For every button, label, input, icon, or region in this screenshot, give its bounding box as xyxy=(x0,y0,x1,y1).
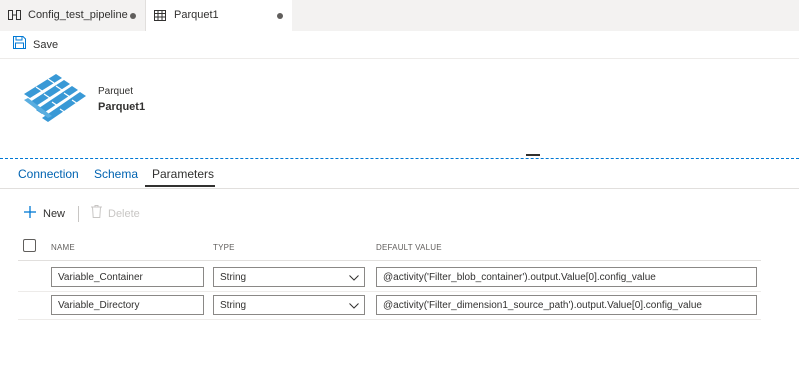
delete-parameter-button[interactable]: Delete xyxy=(91,205,140,223)
delete-label: Delete xyxy=(108,208,140,220)
trash-icon xyxy=(91,205,102,223)
tab-label: Parquet1 xyxy=(174,9,219,21)
save-label: Save xyxy=(33,39,59,51)
parameter-default-value-input[interactable]: @activity('Filter_dimension1_source_path… xyxy=(376,295,757,315)
parameter-type-select[interactable]: String xyxy=(213,295,365,315)
parameter-name-input[interactable]: Variable_Container xyxy=(51,267,204,287)
column-header-name[interactable]: NAME xyxy=(51,243,75,252)
column-header-type[interactable]: TYPE xyxy=(213,243,235,252)
command-divider xyxy=(78,206,79,222)
tab-schema[interactable]: Schema xyxy=(94,167,138,181)
parameters-table-header: NAME TYPE DEFAULT VALUE xyxy=(18,236,761,261)
splitter-grip-icon[interactable] xyxy=(526,154,540,156)
parameter-type-select[interactable]: String xyxy=(213,267,365,287)
table-row: Variable_Container String @activity('Fil… xyxy=(18,263,761,292)
dataset-type-label: Parquet xyxy=(98,86,134,97)
unsaved-dot-icon[interactable] xyxy=(277,13,283,19)
chevron-down-icon xyxy=(349,301,359,312)
plus-icon xyxy=(24,205,36,223)
toolbar: Save xyxy=(0,32,799,59)
tab-parquet1[interactable]: Parquet1 xyxy=(146,0,292,32)
unsaved-dot-icon[interactable] xyxy=(130,13,136,19)
parameters-command-bar: New Delete xyxy=(0,203,799,225)
panel-splitter[interactable] xyxy=(0,158,799,159)
column-header-default-value[interactable]: DEFAULT VALUE xyxy=(376,243,442,252)
property-tabs: Connection Schema Parameters xyxy=(0,160,799,189)
active-tab-indicator xyxy=(145,185,215,187)
table-row: Variable_Directory String @activity('Fil… xyxy=(18,291,761,320)
editor-tab-bar: Config_test_pipeline Parquet1 xyxy=(0,0,799,32)
chevron-down-icon xyxy=(349,273,359,284)
tab-config-test-pipeline[interactable]: Config_test_pipeline xyxy=(0,0,146,31)
type-value: String xyxy=(220,300,247,311)
select-all-checkbox[interactable] xyxy=(23,239,36,252)
tab-connection[interactable]: Connection xyxy=(18,167,79,181)
parameter-name-input[interactable]: Variable_Directory xyxy=(51,295,204,315)
save-icon xyxy=(13,36,26,54)
save-button[interactable]: Save xyxy=(13,36,58,54)
new-parameter-button[interactable]: New xyxy=(24,205,65,223)
new-label: New xyxy=(43,208,66,220)
parameter-default-value-input[interactable]: @activity('Filter_blob_container').outpu… xyxy=(376,267,757,287)
table-icon xyxy=(154,10,166,24)
parquet-logo-icon xyxy=(22,72,90,131)
type-value: String xyxy=(220,272,247,283)
tab-parameters[interactable]: Parameters xyxy=(152,167,214,181)
pipeline-icon xyxy=(8,10,21,23)
tab-label: Config_test_pipeline xyxy=(28,9,128,21)
dataset-name-label: Parquet1 xyxy=(98,101,146,113)
